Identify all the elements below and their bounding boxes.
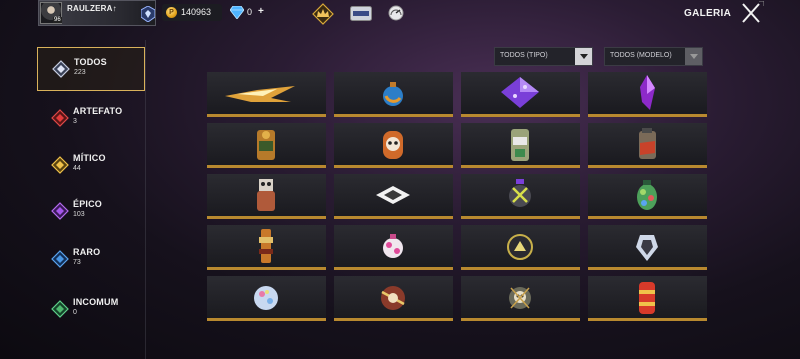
- artifact-rarity-icon: [51, 109, 69, 127]
- page-title: GALERIA: [684, 8, 732, 19]
- sidebar-item-epico[interactable]: ÉPICO 103: [37, 190, 145, 234]
- grid-item-blue-orb[interactable]: [334, 72, 453, 117]
- top-bar: 96 RAULZERA↑ P 140963 0 + GALERIA: [0, 0, 800, 30]
- diamond-amount: 0: [247, 7, 253, 17]
- coin-amount: 140963: [181, 7, 212, 17]
- chevron-down-icon[interactable]: [575, 48, 592, 65]
- rare-rarity-icon: [51, 250, 69, 268]
- sidebar-item-count: 103: [73, 211, 85, 218]
- sidebar-item-count: 44: [73, 165, 81, 172]
- sidebar-item-mitico[interactable]: MÍTICO 44: [37, 144, 145, 188]
- grid-item-samurai-grenade[interactable]: [334, 276, 453, 321]
- uncommon-rarity-icon: [51, 300, 69, 318]
- grid-item-panda-grenade[interactable]: [334, 123, 453, 168]
- player-level-badge: 96: [53, 17, 62, 23]
- sidebar-divider: [145, 40, 146, 359]
- player-username: RAULZERA↑: [67, 4, 117, 13]
- player-profile-card[interactable]: 96 RAULZERA↑: [38, 0, 156, 26]
- grid-item-white-cube[interactable]: [334, 174, 453, 219]
- sidebar-item-label: MÍTICO: [73, 153, 106, 163]
- epic-rarity-icon: [51, 202, 69, 220]
- all-rarity-icon: [52, 60, 70, 78]
- sidebar-item-label: ARTEFATO: [73, 106, 123, 116]
- item-grid: [207, 72, 710, 332]
- grid-item-golden-wing[interactable]: [207, 72, 326, 117]
- grid-item-red-barrel[interactable]: [588, 276, 707, 321]
- grid-item-dark-orb[interactable]: [461, 225, 580, 270]
- add-diamonds-button[interactable]: +: [258, 6, 264, 17]
- grid-item-pastel-orb[interactable]: [207, 276, 326, 321]
- model-filter-select[interactable]: TODOS (MODELO): [604, 47, 703, 66]
- grid-item-robot-totem[interactable]: [207, 174, 326, 219]
- sidebar-item-todos[interactable]: TODOS 223: [37, 47, 145, 91]
- grid-item-pink-ball[interactable]: [334, 225, 453, 270]
- sidebar-item-count: 0: [73, 309, 77, 316]
- pass-icon[interactable]: [350, 6, 372, 21]
- grid-item-purple-crystal[interactable]: [588, 72, 707, 117]
- grid-item-tiger-gloowall[interactable]: [207, 123, 326, 168]
- grid-item-tall-totem[interactable]: [207, 225, 326, 270]
- chevron-down-icon[interactable]: [685, 48, 702, 65]
- sidebar-item-label: ÉPICO: [73, 199, 103, 209]
- type-filter-value: TODOS (TIPO): [500, 52, 548, 59]
- type-filter-select[interactable]: TODOS (TIPO): [494, 47, 593, 66]
- sidebar-item-label: TODOS: [74, 57, 107, 67]
- sidebar-item-artefato[interactable]: ARTEFATO 3: [37, 97, 145, 141]
- grid-item-mecha-grenade[interactable]: [461, 174, 580, 219]
- diamond-icon: [229, 5, 245, 20]
- model-filter-value: TODOS (MODELO): [610, 52, 672, 59]
- close-icon[interactable]: [738, 0, 765, 25]
- grid-item-green-cluster[interactable]: [588, 174, 707, 219]
- sidebar-item-count: 73: [73, 259, 81, 266]
- sidebar-item-label: INCOMUM: [73, 297, 119, 307]
- diamond-currency[interactable]: 0 +: [228, 4, 268, 21]
- gauge-icon[interactable]: [388, 5, 404, 21]
- gold-currency[interactable]: P 140963: [162, 4, 222, 21]
- sidebar-item-raro[interactable]: RARO 73: [37, 238, 145, 282]
- grid-item-dragon-grenade[interactable]: [588, 123, 707, 168]
- grid-item-purple-cube[interactable]: [461, 72, 580, 117]
- grid-item-crystal-gem[interactable]: [588, 225, 707, 270]
- sidebar-item-label: RARO: [73, 247, 101, 257]
- grid-item-robot-grenade[interactable]: [461, 123, 580, 168]
- rank-icon[interactable]: [140, 5, 156, 23]
- grid-item-skull-grenade[interactable]: [461, 276, 580, 321]
- rarity-sidebar: TODOS 223 ARTEFATO 3 MÍTICO 44 ÉPICO 103…: [37, 47, 145, 347]
- sidebar-item-count: 3: [73, 118, 77, 125]
- sidebar-item-incomum[interactable]: INCOMUM 0: [37, 288, 145, 332]
- mythic-rarity-icon: [51, 156, 69, 174]
- sidebar-item-count: 223: [74, 69, 86, 76]
- elite-crown-icon[interactable]: [312, 3, 334, 25]
- coin-icon: P: [166, 7, 177, 18]
